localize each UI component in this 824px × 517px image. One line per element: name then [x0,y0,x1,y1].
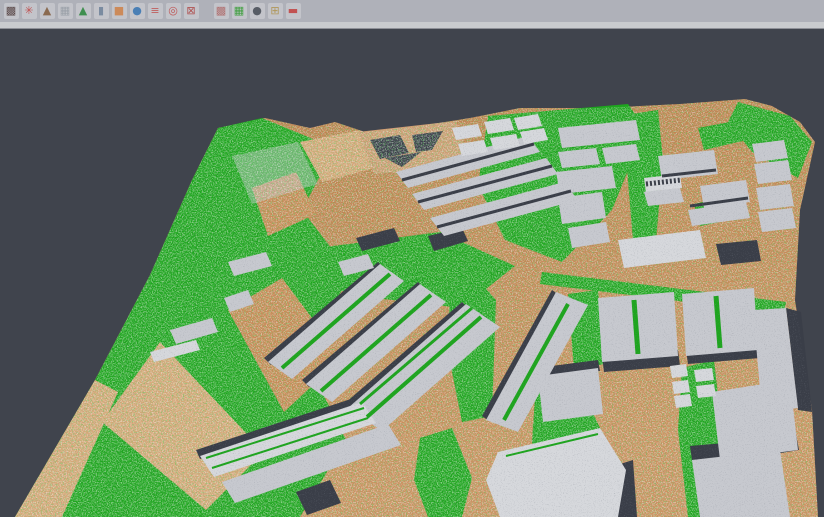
pointcloud-scene [0,0,824,517]
sphere-icon[interactable]: ● [250,3,265,19]
classification-icon[interactable]: ▦ [232,3,247,19]
open-icon[interactable]: ▩ [4,3,19,19]
flag-icon[interactable]: ▬ [286,3,301,19]
surface-brown-icon[interactable]: ▲ [40,3,55,19]
target-icon[interactable]: ◎ [166,3,181,19]
checker-icon[interactable]: ▩ [214,3,229,19]
speckle-dark [15,99,818,517]
ortho-icon[interactable]: ■ [112,3,127,19]
grid-icon[interactable]: ▦ [58,3,73,19]
snowflake-icon[interactable]: ✳ [22,3,37,19]
measure-icon[interactable]: ⊞ [268,3,283,19]
surface-green-icon[interactable]: ▲ [76,3,91,19]
toolbar-divider [0,22,824,29]
extent-icon[interactable]: ⊠ [184,3,199,19]
viewport-3d[interactable] [0,0,824,517]
toolbar-group: ▩▦●⊞▬ [212,3,302,19]
globe-icon[interactable]: ● [130,3,145,19]
toolbar-group: ▩✳▲▦▲▮■●≡◎⊠ [2,3,200,19]
profile-icon[interactable]: ▮ [94,3,109,19]
layers-icon[interactable]: ≡ [148,3,163,19]
toolbar: ▩✳▲▦▲▮■●≡◎⊠▩▦●⊞▬ [0,0,824,22]
